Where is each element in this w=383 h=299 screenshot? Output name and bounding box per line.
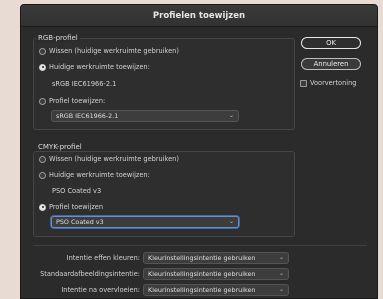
cmyk-profile-select[interactable]: PSO Coated v3 ⌄ <box>51 216 239 228</box>
rgb-profile-legend: RGB-profiel <box>36 34 80 42</box>
intent-select[interactable]: Kleurinstellingsintentie gebruiken ⌄ <box>143 252 289 264</box>
intent-select-value: Kleurinstellingsintentie gebruiken <box>148 286 256 294</box>
preview-label: Voorvertoning <box>310 79 357 87</box>
chevron-down-icon: ⌄ <box>278 254 284 261</box>
cmyk-profile-select-value: PSO Coated v3 <box>56 218 104 226</box>
radio-icon[interactable] <box>39 47 46 55</box>
rgb-working-label: Huidige werkruimte toewijzen: <box>49 63 150 71</box>
chevron-down-icon: ⌄ <box>278 270 284 277</box>
cancel-button[interactable]: Annuleren <box>301 58 361 70</box>
intent-select[interactable]: Kleurinstellingsintentie gebruiken ⌄ <box>143 268 289 280</box>
chevron-down-icon: ⌄ <box>228 218 234 225</box>
rgb-working-profile: sRGB IEC61966-2.1 <box>52 80 117 88</box>
chevron-down-icon: ⌄ <box>278 286 284 293</box>
cmyk-discard-label: Wissen (huidige werkruimte gebruiken) <box>49 155 179 163</box>
intent-label: Standaardafbeeldingsintentie: <box>40 270 140 278</box>
cmyk-assign-label: Profiel toewijzen <box>49 203 104 211</box>
radio-selected-icon[interactable] <box>39 63 46 71</box>
dialog-title: Profielen toewijzen <box>21 5 377 27</box>
assign-profiles-dialog: Profielen toewijzen RGB-profiel Wissen (… <box>20 4 378 299</box>
preview-checkbox[interactable]: Voorvertoning <box>300 79 356 87</box>
cmyk-profile-legend: CMYK-profiel <box>36 143 84 151</box>
divider <box>33 245 367 246</box>
cmyk-discard-option[interactable]: Wissen (huidige werkruimte gebruiken) <box>39 155 179 163</box>
rgb-profile-select-value: sRGB IEC61966-2.1 <box>56 112 119 120</box>
checkbox-icon[interactable] <box>300 79 307 87</box>
rgb-assign-option[interactable]: Profiel toewijzen: <box>39 97 105 105</box>
radio-icon[interactable] <box>39 155 46 163</box>
rgb-discard-option[interactable]: Wissen (huidige werkruimte gebruiken) <box>39 47 179 55</box>
intent-select-value: Kleurinstellingsintentie gebruiken <box>148 270 256 278</box>
rgb-discard-label: Wissen (huidige werkruimte gebruiken) <box>49 47 179 55</box>
radio-icon[interactable] <box>39 97 46 105</box>
ok-button[interactable]: OK <box>301 37 361 49</box>
intent-select-value: Kleurinstellingsintentie gebruiken <box>148 254 256 262</box>
intent-label: Intentie na overvloeien: <box>61 286 140 294</box>
radio-selected-icon[interactable] <box>39 203 46 211</box>
cmyk-assign-option[interactable]: Profiel toewijzen <box>39 203 103 211</box>
rgb-assign-label: Profiel toewijzen: <box>49 97 106 105</box>
rgb-working-option[interactable]: Huidige werkruimte toewijzen: <box>39 63 150 71</box>
intent-label: Intentie effen kleuren: <box>66 254 140 262</box>
intent-select[interactable]: Kleurinstellingsintentie gebruiken ⌄ <box>143 284 289 296</box>
rgb-profile-select[interactable]: sRGB IEC61966-2.1 ⌄ <box>51 110 239 122</box>
chevron-down-icon: ⌄ <box>228 112 234 119</box>
cmyk-working-option[interactable]: Huidige werkruimte toewijzen: <box>39 171 150 179</box>
cmyk-working-label: Huidige werkruimte toewijzen: <box>49 171 150 179</box>
radio-icon[interactable] <box>39 171 46 179</box>
cmyk-working-profile: PSO Coated v3 <box>52 187 102 195</box>
